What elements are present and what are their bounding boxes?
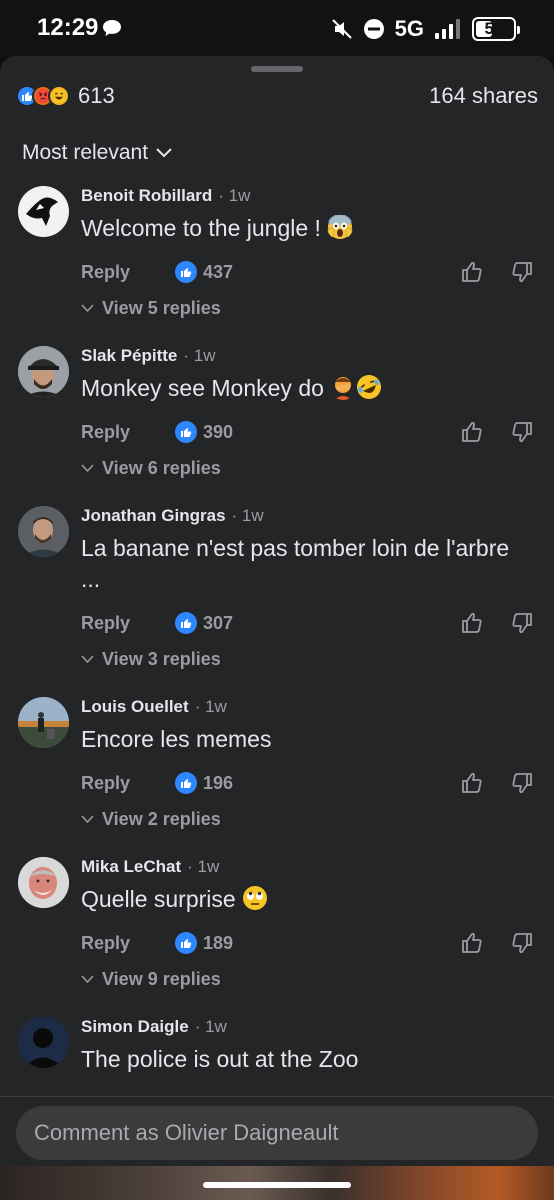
chevron-down-icon [81,655,94,664]
thumbs-down-icon[interactable] [510,260,534,284]
comment-text: Encore les memes [81,726,272,752]
composer-bar: Comment as Olivier Daigneault [0,1096,554,1166]
chevron-down-icon [81,304,94,313]
thumbs-up-icon[interactable] [460,771,484,795]
thumbs-up-icon[interactable] [460,420,484,444]
reply-button[interactable]: Reply [81,422,130,443]
comment-author[interactable]: Simon Daigle [81,1017,189,1037]
comment-author[interactable]: Slak Pépitte [81,346,177,366]
like-icon [175,261,197,283]
scream-emoji [327,215,353,239]
view-replies-button[interactable]: View 2 replies [81,809,221,830]
chevron-down-icon [156,148,172,158]
status-time: 12:29 [37,14,99,41]
comment-time: 1w [197,857,220,876]
view-replies-button[interactable]: View 9 replies [81,969,221,990]
shares-count[interactable]: 164 shares [429,83,538,109]
comment-author[interactable]: Benoit Robillard [81,186,212,206]
avatar[interactable] [18,506,69,557]
like-count[interactable]: 189 [175,932,233,954]
reply-button[interactable]: Reply [81,933,130,954]
comment-text: Welcome to the jungle ! [81,213,534,244]
status-bar: 12:29 5G 50 [0,0,554,58]
chevron-down-icon [81,815,94,824]
like-icon [175,932,197,954]
comment-author[interactable]: Jonathan Gingras [81,506,226,526]
avatar[interactable] [18,346,69,397]
rofl-emoji [357,375,382,399]
thumbs-down-icon[interactable] [510,931,534,955]
comment-input[interactable]: Comment as Olivier Daigneault [16,1106,538,1160]
thumbs-down-icon[interactable] [510,771,534,795]
haha-icon [48,85,70,107]
reply-button[interactable]: Reply [81,773,130,794]
comment-time: 1w [228,186,251,205]
battery-level: 50 [484,19,504,38]
thumbs-up-icon[interactable] [460,260,484,284]
status-right: 5G 50 [331,14,520,44]
thumbs-down-icon[interactable] [510,611,534,635]
comment-text: The police is out at the Zoo [81,1046,359,1072]
comment-time: 1w [193,346,216,365]
message-icon [103,20,121,36]
reactions-button[interactable]: 613 [16,83,115,109]
reactions-summary: 613 164 shares [16,82,538,110]
thumbs-down-icon[interactable] [510,420,534,444]
avatar[interactable] [18,1017,69,1068]
comment-author[interactable]: Mika LeChat [81,857,181,877]
avatar[interactable] [18,697,69,748]
chevron-down-icon [81,975,94,984]
like-icon [175,612,197,634]
thumbs-up-icon[interactable] [460,611,484,635]
comment-text: La banane n'est pas tomber loin de l'arb… [81,535,510,592]
comment-text: Monkey see Monkey do [81,373,534,404]
like-icon [175,421,197,443]
view-replies-button[interactable]: View 6 replies [81,458,221,479]
reply-button[interactable]: Reply [81,613,130,634]
like-count[interactable]: 307 [175,612,233,634]
comment-time: 1w [205,1017,227,1036]
mute-icon [331,19,352,39]
facepalm-emoji [334,377,353,400]
do-not-disturb-icon [363,19,384,39]
signal-icon [435,19,460,39]
eye-roll-emoji [243,886,268,910]
like-count[interactable]: 390 [175,421,233,443]
comments-sheet[interactable]: 613 164 shares Most relevant Benoit Robi… [0,56,554,1166]
thumbs-up-icon[interactable] [460,931,484,955]
like-count[interactable]: 196 [175,772,233,794]
battery-icon: 50 [472,17,520,41]
like-count[interactable]: 437 [175,261,233,283]
network-label: 5G [394,16,424,41]
home-gesture-bar[interactable] [203,1182,351,1188]
like-icon [175,772,197,794]
comment-text: Quelle surprise [81,884,534,915]
sort-dropdown[interactable]: Most relevant [22,141,172,165]
view-replies-button[interactable]: View 5 replies [81,298,221,319]
comment-author[interactable]: Louis Ouellet [81,697,189,717]
chevron-down-icon [81,464,94,473]
drag-handle[interactable] [251,66,303,72]
comment-time: 1w [241,506,264,525]
avatar[interactable] [18,186,69,237]
sort-label: Most relevant [22,141,149,164]
reaction-count: 613 [78,83,115,108]
comment-time: 1w [205,697,227,716]
reply-button[interactable]: Reply [81,262,130,283]
avatar[interactable] [18,857,69,908]
view-replies-button[interactable]: View 3 replies [81,649,221,670]
